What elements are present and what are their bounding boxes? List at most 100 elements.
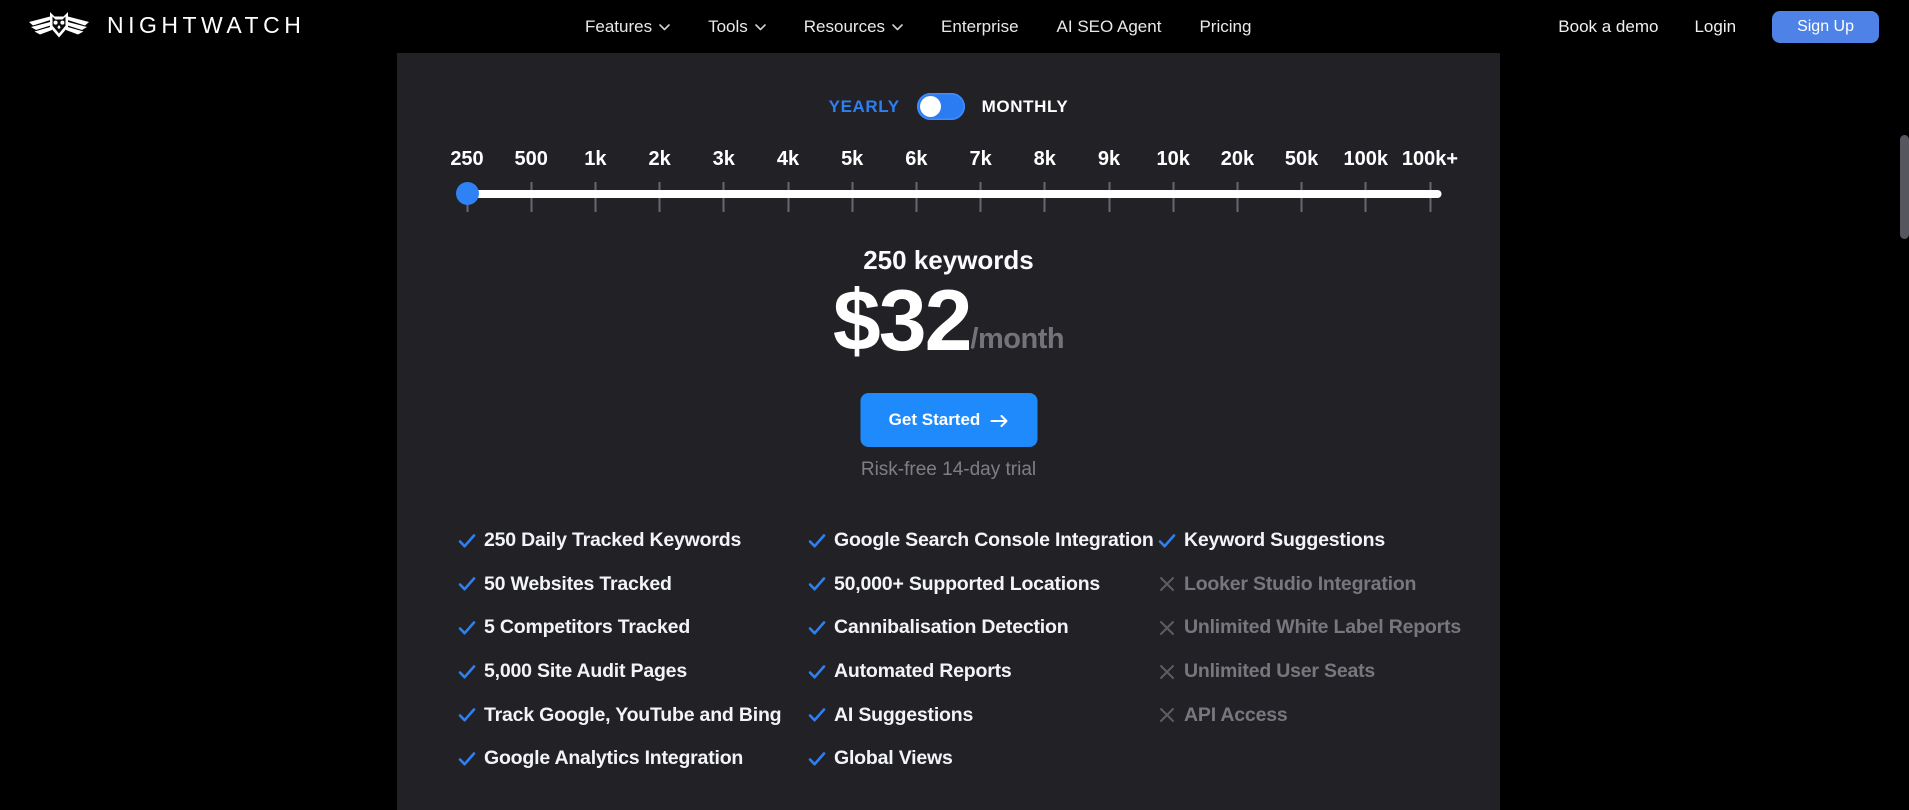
- feature-label: API Access: [1184, 703, 1288, 726]
- nav-item-features[interactable]: Features: [585, 17, 670, 37]
- slider-label-3k[interactable]: 3k: [713, 148, 735, 171]
- slider-label-1k[interactable]: 1k: [584, 148, 606, 171]
- check-icon: [807, 749, 827, 769]
- feature-item: Automated Reports: [807, 650, 1152, 694]
- nav-label: Enterprise: [941, 16, 1019, 36]
- brand-name: NIGHTWATCH: [107, 11, 306, 38]
- owl-logo-icon: [28, 10, 90, 40]
- price-row: $32 /month: [397, 278, 1500, 364]
- feature-label: Google Search Console Integration: [834, 529, 1154, 552]
- scrollbar-thumb[interactable]: [1900, 135, 1909, 239]
- slider-label-9k[interactable]: 9k: [1098, 148, 1120, 171]
- x-icon: [1157, 574, 1177, 594]
- feature-item: 250 Daily Tracked Keywords: [457, 519, 802, 563]
- nav-label: Pricing: [1199, 16, 1252, 36]
- check-icon: [1157, 531, 1177, 551]
- slider-label-4k[interactable]: 4k: [777, 148, 799, 171]
- feature-label: Automated Reports: [834, 660, 1012, 683]
- feature-item: Unlimited White Label Reports: [1157, 606, 1492, 650]
- feature-item: Keyword Suggestions: [1157, 519, 1492, 563]
- slider-label-100k[interactable]: 100k: [1344, 148, 1389, 171]
- slider-label-20k[interactable]: 20k: [1221, 148, 1254, 171]
- monthly-label[interactable]: MONTHLY: [982, 97, 1069, 117]
- nav-item-enterprise[interactable]: Enterprise: [941, 17, 1018, 37]
- nav-label: AI SEO Agent: [1056, 16, 1162, 36]
- chevron-down-icon: [754, 24, 766, 31]
- pricing-panel: YEARLY MONTHLY 250 500 1k 2k 3k 4k 5k 6k…: [397, 53, 1500, 810]
- check-icon: [457, 531, 477, 551]
- feature-label: Unlimited User Seats: [1184, 660, 1376, 683]
- billing-toggle-switch[interactable]: [916, 93, 965, 120]
- selected-keywords-label: 250 keywords: [863, 245, 1034, 275]
- trial-note: Risk-free 14-day trial: [860, 459, 1037, 480]
- feature-label: Cannibalisation Detection: [834, 616, 1069, 639]
- feature-label: Keyword Suggestions: [1184, 529, 1385, 552]
- feature-item: Google Search Console Integration: [807, 519, 1154, 563]
- feature-label: Track Google, YouTube and Bing: [484, 703, 782, 726]
- feature-label: Google Analytics Integration: [484, 747, 744, 770]
- feature-lists: 250 Daily Tracked Keywords 50 Websites T…: [397, 519, 1500, 784]
- price-period: /month: [970, 322, 1065, 355]
- slider-handle[interactable]: [455, 182, 479, 205]
- feature-item: 50 Websites Tracked: [457, 563, 802, 607]
- arrow-right-icon: [990, 414, 1008, 427]
- keyword-volume-slider: 250 500 1k 2k 3k 4k 5k 6k 7k 8k 9k 10k 2…: [450, 148, 1458, 220]
- check-icon: [807, 618, 827, 638]
- check-icon: [807, 574, 827, 594]
- feature-item: 50,000+ Supported Locations: [807, 563, 1152, 607]
- slider-label-10k[interactable]: 10k: [1157, 148, 1190, 171]
- toggle-knob: [919, 96, 941, 117]
- check-icon: [457, 618, 477, 638]
- chevron-down-icon: [892, 24, 903, 31]
- feature-label: Unlimited White Label Reports: [1184, 616, 1461, 639]
- feature-label: Global Views: [834, 747, 953, 770]
- nav-label: Tools: [708, 16, 748, 36]
- feature-item: 5 Competitors Tracked: [457, 606, 802, 650]
- slider-label-5k[interactable]: 5k: [841, 148, 863, 171]
- slider-label-500[interactable]: 500: [515, 148, 548, 171]
- yearly-label[interactable]: YEARLY: [829, 97, 900, 117]
- feature-column-3: Keyword Suggestions Looker Studio Integr…: [1157, 519, 1492, 737]
- slider-label-50k[interactable]: 50k: [1285, 148, 1318, 171]
- slider-label-2k[interactable]: 2k: [648, 148, 670, 171]
- book-demo-link[interactable]: Book a demo: [1558, 17, 1658, 37]
- check-icon: [457, 705, 477, 725]
- x-icon: [1157, 618, 1177, 638]
- slider-label-250[interactable]: 250: [450, 148, 483, 171]
- feature-label: 5,000 Site Audit Pages: [484, 660, 687, 683]
- feature-item: Cannibalisation Detection: [807, 606, 1152, 650]
- nav-item-resources[interactable]: Resources: [804, 17, 903, 37]
- feature-item: 5,000 Site Audit Pages: [457, 650, 802, 694]
- feature-column-1: 250 Daily Tracked Keywords 50 Websites T…: [457, 519, 802, 781]
- feature-label: 5 Competitors Tracked: [484, 616, 691, 639]
- chevron-down-icon: [659, 24, 670, 31]
- slider-label-100k-plus[interactable]: 100k+: [1402, 148, 1458, 171]
- check-icon: [807, 705, 827, 725]
- top-navigation-bar: NIGHTWATCH Features Tools Resources Ente…: [0, 0, 1909, 53]
- x-icon: [1157, 705, 1177, 725]
- billing-toggle-row: YEARLY MONTHLY: [397, 93, 1500, 120]
- feature-item: Unlimited User Seats: [1157, 650, 1492, 694]
- login-link[interactable]: Login: [1694, 17, 1736, 37]
- feature-item: Google Analytics Integration: [457, 737, 802, 781]
- check-icon: [457, 662, 477, 682]
- slider-label-8k[interactable]: 8k: [1034, 148, 1056, 171]
- feature-item: Track Google, YouTube and Bing: [457, 693, 802, 737]
- slider-label-7k[interactable]: 7k: [969, 148, 991, 171]
- nav-item-pricing[interactable]: Pricing: [1199, 17, 1251, 37]
- slider-track[interactable]: [456, 190, 1441, 198]
- check-icon: [457, 574, 477, 594]
- feature-label: 50,000+ Supported Locations: [834, 572, 1101, 595]
- slider-label-6k[interactable]: 6k: [905, 148, 927, 171]
- nav-item-ai-seo-agent[interactable]: AI SEO Agent: [1057, 17, 1162, 37]
- x-icon: [1157, 662, 1177, 682]
- sign-up-button[interactable]: Sign Up: [1772, 10, 1879, 43]
- feature-item: Looker Studio Integration: [1157, 563, 1492, 607]
- brand-logo[interactable]: NIGHTWATCH: [28, 10, 305, 40]
- nav-item-tools[interactable]: Tools: [708, 17, 766, 37]
- feature-item: AI Suggestions: [807, 693, 1152, 737]
- feature-item: API Access: [1157, 693, 1492, 737]
- feature-label: 250 Daily Tracked Keywords: [484, 529, 742, 552]
- check-icon: [807, 662, 827, 682]
- get-started-button[interactable]: Get Started: [860, 393, 1037, 447]
